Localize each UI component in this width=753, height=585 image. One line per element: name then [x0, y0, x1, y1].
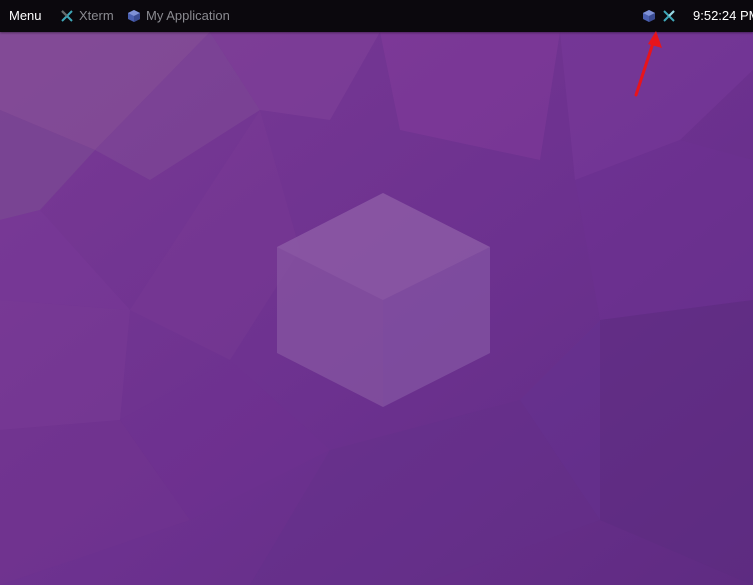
task-my-application-label: My Application [146, 8, 230, 23]
xterm-icon [61, 10, 73, 22]
tray-app-icon[interactable] [642, 9, 656, 23]
tray-xterm-icon[interactable] [662, 9, 676, 23]
annotation-arrow [634, 31, 662, 97]
task-xterm-label: Xterm [79, 8, 114, 23]
menu-button[interactable]: Menu [9, 8, 42, 24]
desktop-screen: Menu Xterm My Application 9:52:24 PM [0, 0, 753, 585]
task-xterm[interactable]: Xterm [60, 8, 114, 24]
clock: 9:52:24 PM [693, 8, 753, 23]
cube-app-icon [128, 10, 140, 22]
task-my-application[interactable]: My Application [127, 8, 230, 24]
